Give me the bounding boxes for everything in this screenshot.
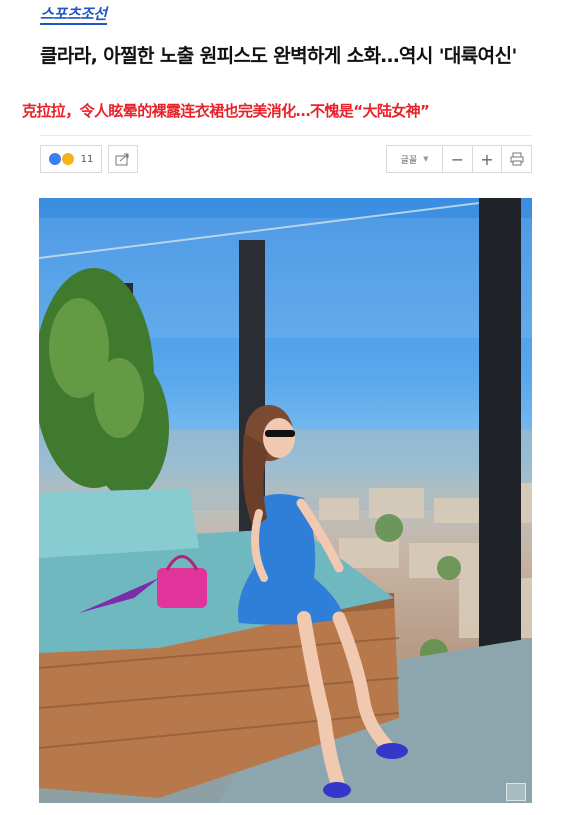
reaction-button[interactable]: 11 (40, 145, 102, 173)
font-increase-button[interactable]: + (472, 145, 502, 173)
share-icon (115, 153, 129, 166)
font-decrease-button[interactable]: − (442, 145, 472, 173)
translated-subtitle: 克拉拉，令人眩晕的裸露连衣裙也完美消化…不愧是“大陆女神” (22, 102, 430, 120)
share-button[interactable] (108, 145, 138, 173)
surprised-emoji-icon (48, 153, 61, 165)
article-photo[interactable] (39, 198, 532, 803)
article-toolbar: 11 글꼴 ▼ − + (40, 145, 532, 175)
photo-zoom-icon[interactable] (506, 783, 526, 801)
print-button[interactable] (502, 145, 532, 173)
divider (40, 135, 532, 136)
brand-logo[interactable]: 스포츠조선 (40, 6, 107, 25)
font-label: 글꼴 (400, 155, 418, 166)
article-title: 클라라, 아찔한 노출 원피스도 완벽하게 소화…역시 '대륙여신' (40, 45, 517, 67)
reaction-count: 11 (80, 153, 94, 165)
heart-eyes-emoji-icon (61, 153, 74, 165)
photo-illustration (39, 198, 532, 803)
font-button[interactable]: 글꼴 ▼ (386, 145, 442, 173)
caret-down-icon: ▼ (423, 155, 429, 163)
print-icon (510, 152, 523, 166)
